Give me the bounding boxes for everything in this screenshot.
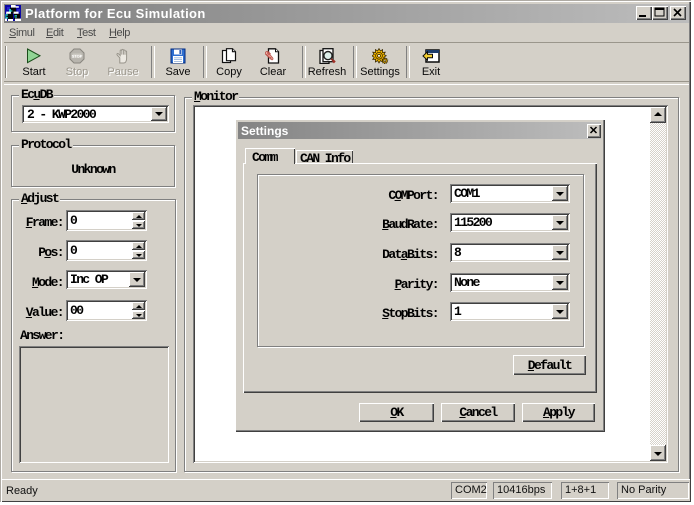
svg-text:STOP: STOP xyxy=(72,53,83,58)
